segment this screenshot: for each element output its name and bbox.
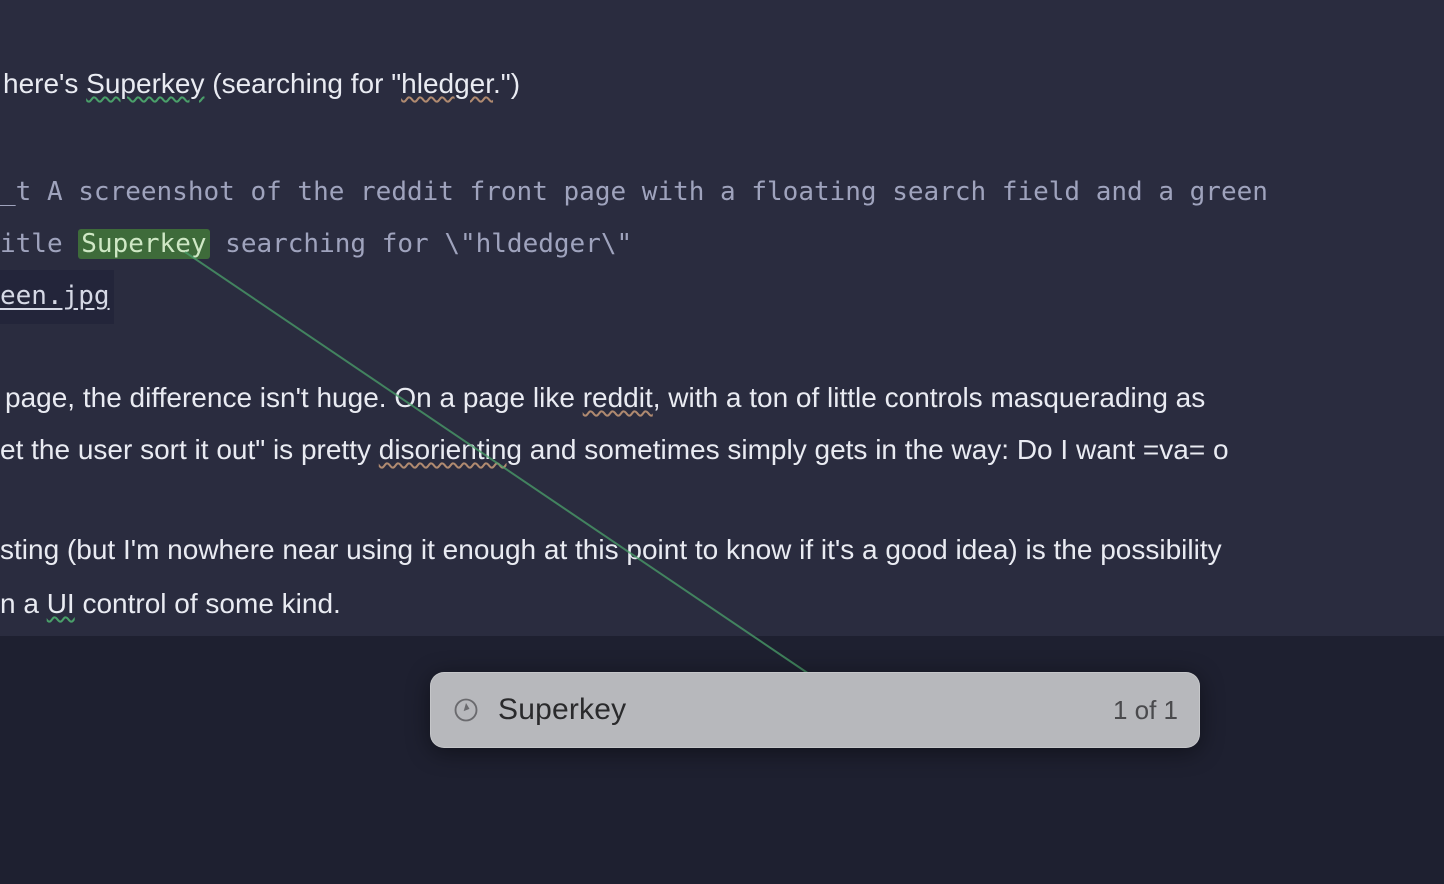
text: searching for \"hldedger\" [210,229,633,259]
paragraph-1: here's Superkey (searching for "hledger.… [3,62,520,105]
filename-link[interactable]: een.jpg [0,281,110,311]
word-ui: UI [47,588,75,619]
text: sting (but I'm nowhere near using it eno… [0,534,1222,565]
text: (searching for " [204,68,401,99]
text: et the user sort it out" is pretty [0,434,379,465]
text: page, the difference isn't huge. On a pa… [5,382,583,413]
text: n a [0,588,47,619]
word-disorienting: disorienting [379,434,522,465]
paragraph-3a: page, the difference isn't huge. On a pa… [5,376,1205,419]
code-line-3: een.jpg [0,270,1268,324]
text: control of some kind. [75,588,341,619]
code-line-1: _t A screenshot of the reddit front page… [0,166,1268,218]
search-match-highlight: Superkey [78,229,209,259]
paragraph-3b: et the user sort it out" is pretty disor… [0,428,1229,471]
text: here's [3,68,86,99]
code-block: _t A screenshot of the reddit front page… [0,166,1268,324]
code-line-2: itle Superkey searching for \"hldedger\" [0,218,1268,270]
word-superkey: Superkey [86,68,204,99]
search-match-count: 1 of 1 [1113,695,1178,726]
word-reddit: reddit [583,382,653,413]
search-panel[interactable]: Superkey 1 of 1 [430,672,1200,748]
word-hledger: hledger [401,68,493,99]
paragraph-4a: sting (but I'm nowhere near using it eno… [0,528,1222,571]
text: itle [0,229,78,259]
editor-content: here's Superkey (searching for "hledger.… [0,0,1444,636]
paragraph-4b: n a UI control of some kind. [0,582,341,625]
text: , with a ton of little controls masquera… [653,382,1206,413]
search-query-text[interactable]: Superkey [498,693,1113,727]
text: .") [493,68,520,99]
cursor-icon [452,696,480,724]
text: and sometimes simply gets in the way: Do… [522,434,1229,465]
